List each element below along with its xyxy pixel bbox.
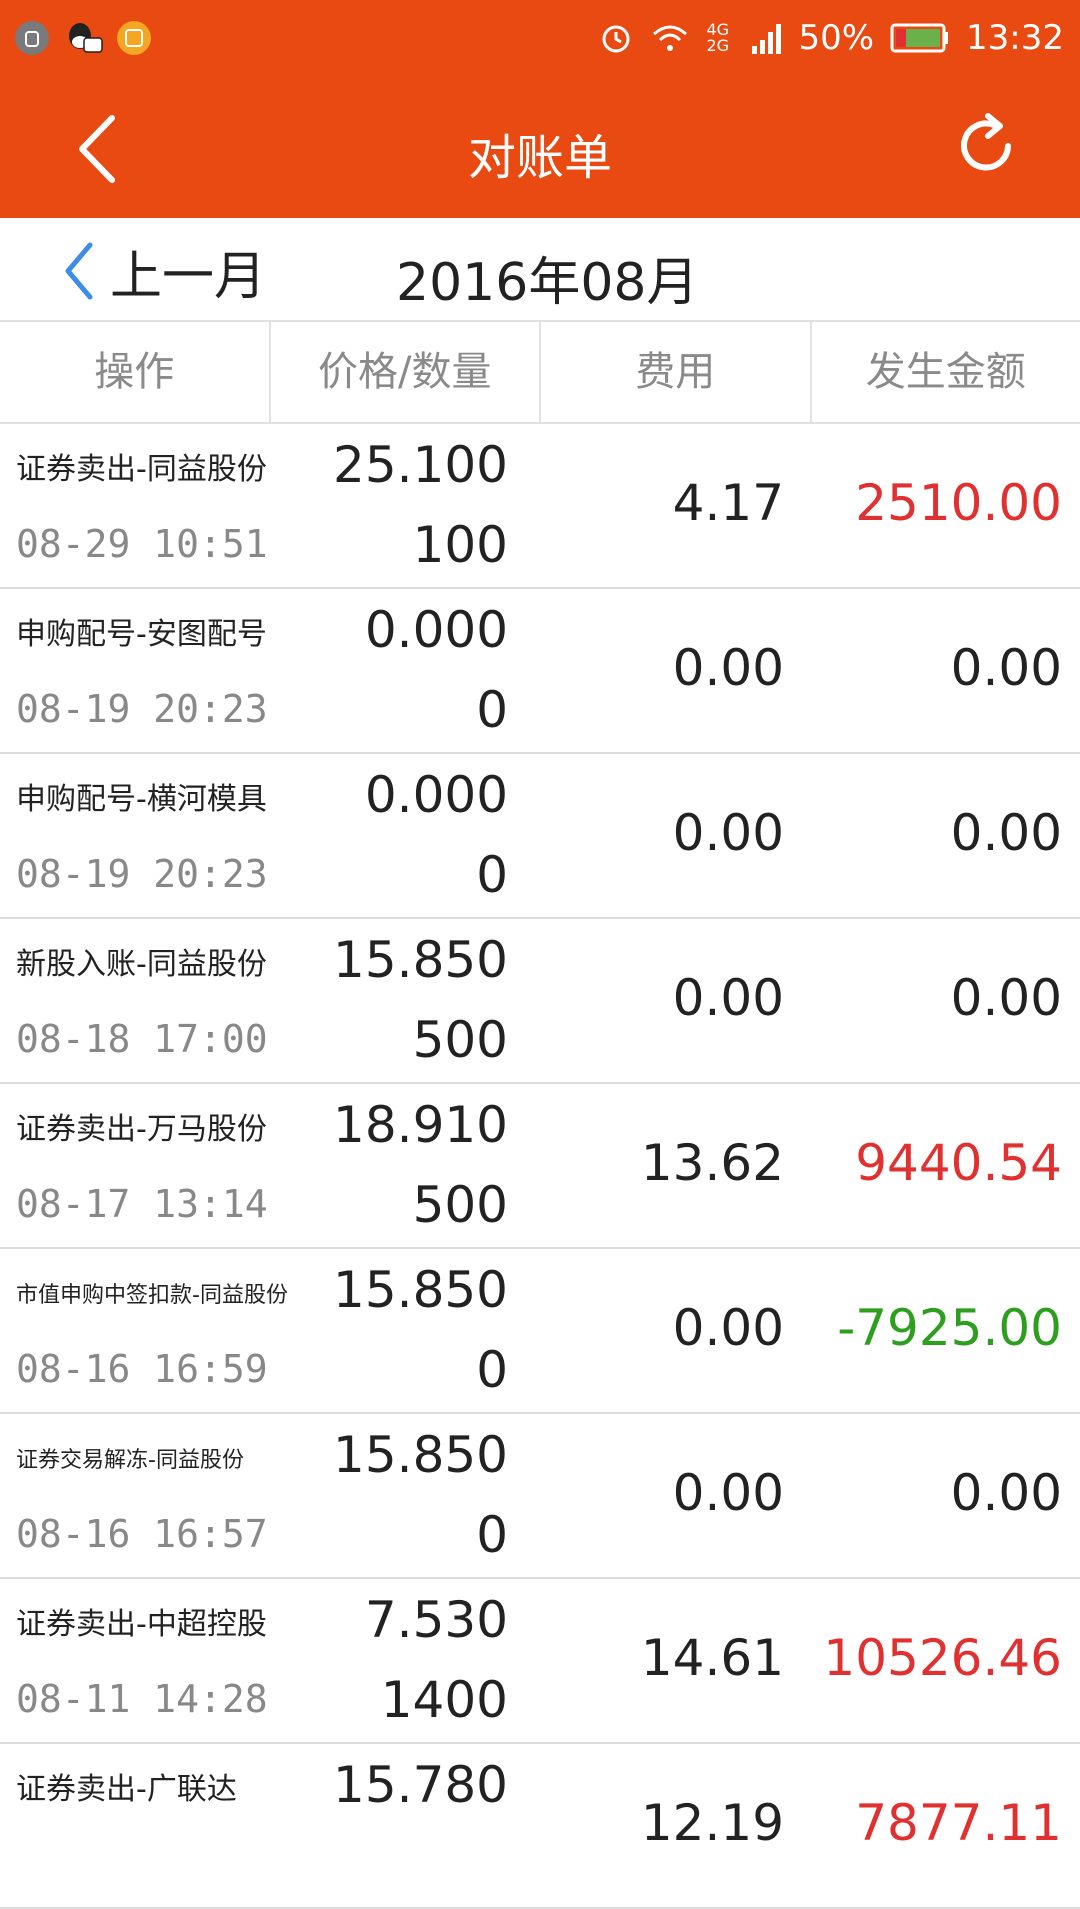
signal-icon [750, 20, 782, 56]
row-amount: 0.00 [951, 804, 1062, 862]
table-header: 操作 价格/数量 费用 发生金额 [0, 322, 1080, 424]
row-fee: 14.61 [641, 1629, 784, 1687]
network-type: 4G 2G [706, 22, 734, 54]
row-price: 7.530 [365, 1591, 508, 1649]
refresh-icon[interactable] [948, 108, 1024, 184]
row-price: 15.850 [333, 1261, 508, 1319]
alarm-icon [598, 20, 634, 56]
row-fee: 0.00 [673, 639, 784, 697]
row-operation: 证券卖出-广联达 [16, 1764, 237, 1808]
chevron-left-icon [60, 239, 96, 303]
row-fee: 4.17 [673, 474, 784, 532]
row-operation: 证券卖出-同益股份 [16, 444, 267, 488]
row-time: 08-16 16:59 [16, 1347, 268, 1391]
table-row[interactable]: 证券卖出-万马股份 08-17 13:14 18.910 500 13.62 9… [0, 1084, 1080, 1249]
app-bar: 对账单 [0, 76, 1080, 218]
table-row[interactable]: 证券卖出-广联达 15.780 12.19 7877.11 [0, 1744, 1080, 1909]
row-qty: 0 [476, 1506, 508, 1564]
status-right: 4G 2G 50% 13:32 [598, 14, 1064, 62]
status-bar: 4G 2G 50% 13:32 [0, 0, 1080, 76]
row-price: 15.850 [333, 1426, 508, 1484]
row-operation: 证券卖出-中超控股 [16, 1599, 267, 1643]
qq-icon [64, 20, 104, 56]
row-operation: 申购配号-安图配号 [16, 609, 267, 653]
row-qty: 100 [413, 516, 508, 574]
row-price: 15.850 [333, 931, 508, 989]
row-fee: 0.00 [673, 969, 784, 1027]
clock: 13:32 [966, 18, 1064, 58]
prev-month-label: 上一月 [110, 234, 266, 309]
row-operation: 申购配号-横河模具 [16, 774, 267, 818]
row-fee: 0.00 [673, 804, 784, 862]
wifi-icon [650, 20, 690, 56]
row-fee: 0.00 [673, 1299, 784, 1357]
row-price: 18.910 [333, 1096, 508, 1154]
row-fee: 12.19 [641, 1794, 784, 1852]
row-operation: 市值申购中签扣款-同益股份 [16, 1277, 288, 1309]
col-price-qty: 价格/数量 [271, 322, 542, 422]
current-month: 2016年08月 [396, 240, 699, 315]
row-price: 25.100 [333, 436, 508, 494]
table-row[interactable]: 申购配号-安图配号 08-19 20:23 0.000 0 0.00 0.00 [0, 589, 1080, 754]
row-time: 08-11 14:28 [16, 1677, 268, 1721]
row-amount: 7877.11 [855, 1794, 1062, 1852]
row-time: 08-18 17:00 [16, 1017, 268, 1061]
prev-month-button[interactable]: 上一月 [60, 236, 266, 306]
row-fee: 13.62 [641, 1134, 784, 1192]
row-amount: 0.00 [951, 1464, 1062, 1522]
row-time: 08-17 13:14 [16, 1182, 268, 1226]
row-time: 08-19 20:23 [16, 852, 268, 896]
row-price: 0.000 [365, 766, 508, 824]
page-title: 对账单 [0, 118, 1080, 188]
row-amount: 2510.00 [855, 474, 1062, 532]
table-row[interactable]: 证券卖出-中超控股 08-11 14:28 7.530 1400 14.61 1… [0, 1579, 1080, 1744]
row-fee: 0.00 [673, 1464, 784, 1522]
row-qty: 1400 [381, 1671, 508, 1729]
table-row[interactable]: 市值申购中签扣款-同益股份 08-16 16:59 15.850 0 0.00 … [0, 1249, 1080, 1414]
battery-percent: 50% [798, 18, 874, 58]
col-fee: 费用 [541, 322, 812, 422]
battery-icon [890, 22, 950, 54]
col-operation: 操作 [0, 322, 271, 422]
table-row[interactable]: 证券卖出-同益股份 08-29 10:51 25.100 100 4.17 25… [0, 424, 1080, 589]
row-qty: 0 [476, 681, 508, 739]
month-nav: 上一月 2016年08月 [0, 218, 1080, 322]
row-qty: 0 [476, 846, 508, 904]
row-time: 08-19 20:23 [16, 687, 268, 731]
row-time: 08-16 16:57 [16, 1512, 268, 1556]
app-notification-icon [116, 20, 152, 56]
row-operation: 证券交易解冻-同益股份 [16, 1442, 244, 1474]
row-price: 0.000 [365, 601, 508, 659]
row-price: 15.780 [333, 1756, 508, 1814]
row-time: 08-29 10:51 [16, 522, 268, 566]
android-debug-icon [14, 20, 50, 56]
statement-list[interactable]: 证券卖出-同益股份 08-29 10:51 25.100 100 4.17 25… [0, 424, 1080, 1909]
row-amount: 9440.54 [855, 1134, 1062, 1192]
row-qty: 500 [413, 1011, 508, 1069]
row-amount: 0.00 [951, 969, 1062, 1027]
col-amount: 发生金额 [812, 322, 1080, 422]
row-operation: 新股入账-同益股份 [16, 939, 267, 983]
row-amount: -7925.00 [837, 1299, 1062, 1357]
table-row[interactable]: 新股入账-同益股份 08-18 17:00 15.850 500 0.00 0.… [0, 919, 1080, 1084]
row-amount: 10526.46 [823, 1629, 1062, 1687]
row-qty: 500 [413, 1176, 508, 1234]
row-qty: 0 [476, 1341, 508, 1399]
row-operation: 证券卖出-万马股份 [16, 1104, 267, 1148]
table-row[interactable]: 申购配号-横河模具 08-19 20:23 0.000 0 0.00 0.00 [0, 754, 1080, 919]
table-row[interactable]: 证券交易解冻-同益股份 08-16 16:57 15.850 0 0.00 0.… [0, 1414, 1080, 1579]
row-amount: 0.00 [951, 639, 1062, 697]
